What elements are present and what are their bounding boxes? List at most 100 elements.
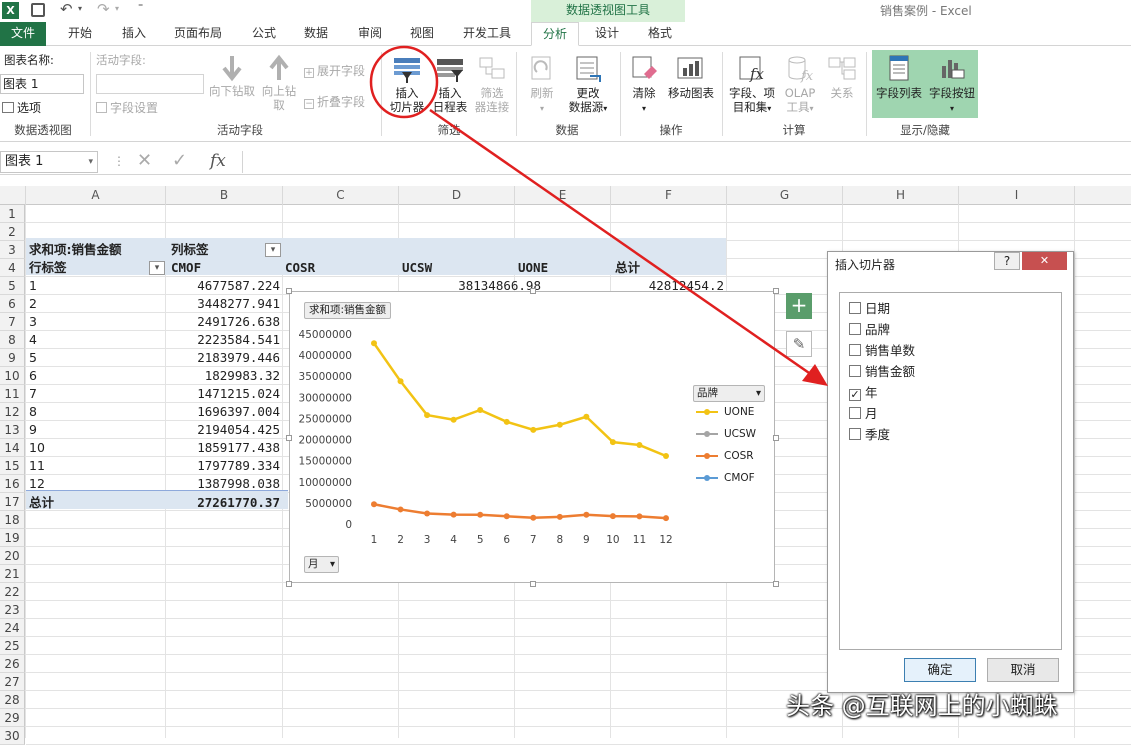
pivot-chart[interactable]: 求和项:销售金额 0 5000000 10000000 15000000 2000000…: [289, 291, 775, 583]
row-header[interactable]: 21: [0, 565, 25, 583]
drill-up-button[interactable]: 向上钻 取: [258, 54, 300, 112]
collapse-field-button[interactable]: − 折叠字段: [304, 93, 365, 110]
undo-icon[interactable]: ↶: [60, 0, 73, 18]
cancel-x-icon[interactable]: ✕: [137, 150, 152, 171]
tab-format[interactable]: 格式: [636, 22, 684, 46]
field-settings-button[interactable]: 字段设置: [96, 99, 158, 116]
pivot-column-header[interactable]: UCSW: [402, 259, 502, 277]
tab-review[interactable]: 审阅: [348, 22, 392, 46]
tab-insert[interactable]: 插入: [112, 22, 156, 46]
pivot-value-cell[interactable]: 1859177.438: [166, 439, 280, 457]
pivot-value-cell[interactable]: 1696397.004: [166, 403, 280, 421]
row-header[interactable]: 10: [0, 367, 25, 385]
legend-item-ucsw[interactable]: UCSW: [696, 426, 756, 442]
chart-resize-handle[interactable]: [286, 288, 292, 294]
row-header[interactable]: 22: [0, 583, 25, 601]
slicer-field-option[interactable]: 月: [849, 405, 878, 423]
column-header-d[interactable]: D: [399, 186, 515, 205]
pivot-value-cell[interactable]: 2183979.446: [166, 349, 280, 367]
chart-resize-handle[interactable]: [773, 581, 779, 587]
filter-connections-button[interactable]: 筛选 器连接: [472, 54, 512, 114]
row-header[interactable]: 13: [0, 421, 25, 439]
clear-button[interactable]: 清除 ▾: [624, 54, 664, 116]
move-chart-button[interactable]: 移动图表: [664, 54, 718, 100]
row-header[interactable]: 12: [0, 403, 25, 421]
row-header[interactable]: 17: [0, 493, 25, 511]
legend-field-button[interactable]: 品牌 ▾: [693, 385, 765, 402]
axis-dropdown-icon[interactable]: ▾: [330, 557, 335, 572]
tab-design[interactable]: 设计: [584, 22, 630, 46]
change-data-source-button[interactable]: 更改 数据源▾: [564, 54, 612, 116]
row-header[interactable]: 29: [0, 709, 25, 727]
row-header[interactable]: 20: [0, 547, 25, 565]
olap-tools-button[interactable]: fx OLAP 工具▾: [780, 54, 820, 116]
row-header[interactable]: 2: [0, 223, 25, 241]
pivot-column-header[interactable]: 总计: [615, 259, 715, 277]
tab-formulas[interactable]: 公式: [242, 22, 286, 46]
row-header[interactable]: 9: [0, 349, 25, 367]
column-header-a[interactable]: A: [26, 186, 166, 205]
row-header[interactable]: 5: [0, 277, 25, 295]
slicer-field-option[interactable]: 品牌: [849, 321, 890, 339]
save-icon[interactable]: [31, 3, 45, 17]
insert-function-icon[interactable]: fx: [210, 151, 226, 171]
pivot-value-header[interactable]: 求和项:销售金额: [29, 241, 166, 259]
options-button[interactable]: 选项: [2, 99, 41, 116]
chart-resize-handle[interactable]: [529, 581, 536, 587]
row-header[interactable]: 15: [0, 457, 25, 475]
row-header[interactable]: 23: [0, 601, 25, 619]
row-header[interactable]: 16: [0, 475, 25, 493]
active-field-input[interactable]: [96, 74, 204, 94]
redo-dropdown-icon[interactable]: ▾: [115, 4, 119, 13]
slicer-field-option[interactable]: 销售金额: [849, 363, 915, 381]
column-header-i[interactable]: I: [959, 186, 1075, 205]
chart-resize-handle[interactable]: [286, 581, 292, 587]
checkbox[interactable]: [849, 323, 861, 335]
pivot-grand-total-value[interactable]: 27261770.37: [166, 494, 280, 512]
row-header[interactable]: 28: [0, 691, 25, 709]
chart-styles-brush-icon[interactable]: ✎: [786, 331, 812, 357]
pivot-column-label[interactable]: 列标签: [171, 241, 266, 259]
pivot-row-item[interactable]: 5: [29, 349, 89, 367]
tab-home[interactable]: 开始: [58, 22, 102, 46]
pivot-row-item[interactable]: 2: [29, 295, 89, 313]
name-box-dropdown-icon[interactable]: ▾: [88, 152, 93, 172]
row-header[interactable]: 24: [0, 619, 25, 637]
row-header[interactable]: 18: [0, 511, 25, 529]
dialog-help-button[interactable]: ?: [994, 252, 1020, 270]
pivot-row-item[interactable]: 3: [29, 313, 89, 331]
pivot-column-header[interactable]: COSR: [285, 259, 385, 277]
pivot-value-cell[interactable]: 2223584.541: [166, 331, 280, 349]
slicer-field-option[interactable]: ✓ 年: [849, 384, 878, 402]
pivot-row-item[interactable]: 9: [29, 421, 89, 439]
checkbox[interactable]: [849, 407, 861, 419]
pivot-row-item[interactable]: 7: [29, 385, 89, 403]
row-header[interactable]: 6: [0, 295, 25, 313]
pivot-row-item[interactable]: 11: [29, 457, 89, 475]
insert-slicer-button[interactable]: 插入 切片器: [386, 54, 428, 114]
ok-button[interactable]: 确定: [904, 658, 976, 682]
expand-field-button[interactable]: + 展开字段: [304, 62, 365, 79]
pivot-column-header[interactable]: CMOF: [171, 259, 271, 277]
field-list-button[interactable]: 字段列表: [874, 54, 924, 100]
pivot-row-item[interactable]: 12: [29, 475, 89, 493]
row-header[interactable]: 8: [0, 331, 25, 349]
slicer-field-option[interactable]: 销售单数: [849, 342, 915, 360]
fields-items-sets-button[interactable]: fx 字段、项 目和集▾: [726, 54, 778, 116]
undo-dropdown-icon[interactable]: ▾: [78, 4, 82, 13]
column-header-f[interactable]: F: [611, 186, 727, 205]
cancel-button[interactable]: 取消: [987, 658, 1059, 682]
tab-file[interactable]: 文件: [0, 22, 46, 46]
column-header-c[interactable]: C: [283, 186, 399, 205]
chart-resize-handle[interactable]: [286, 434, 292, 441]
row-header[interactable]: 11: [0, 385, 25, 403]
pivot-value-cell[interactable]: 3448277.941: [166, 295, 280, 313]
chart-elements-plus-icon[interactable]: +: [786, 293, 812, 319]
row-header[interactable]: 30: [0, 727, 25, 745]
column-header-e[interactable]: E: [515, 186, 611, 205]
pivot-row-item[interactable]: 8: [29, 403, 89, 421]
pivot-column-header[interactable]: UONE: [518, 259, 618, 277]
relationships-button[interactable]: 关系: [822, 54, 862, 100]
checkbox[interactable]: [849, 302, 861, 314]
pivot-row-item[interactable]: 1: [29, 277, 89, 295]
